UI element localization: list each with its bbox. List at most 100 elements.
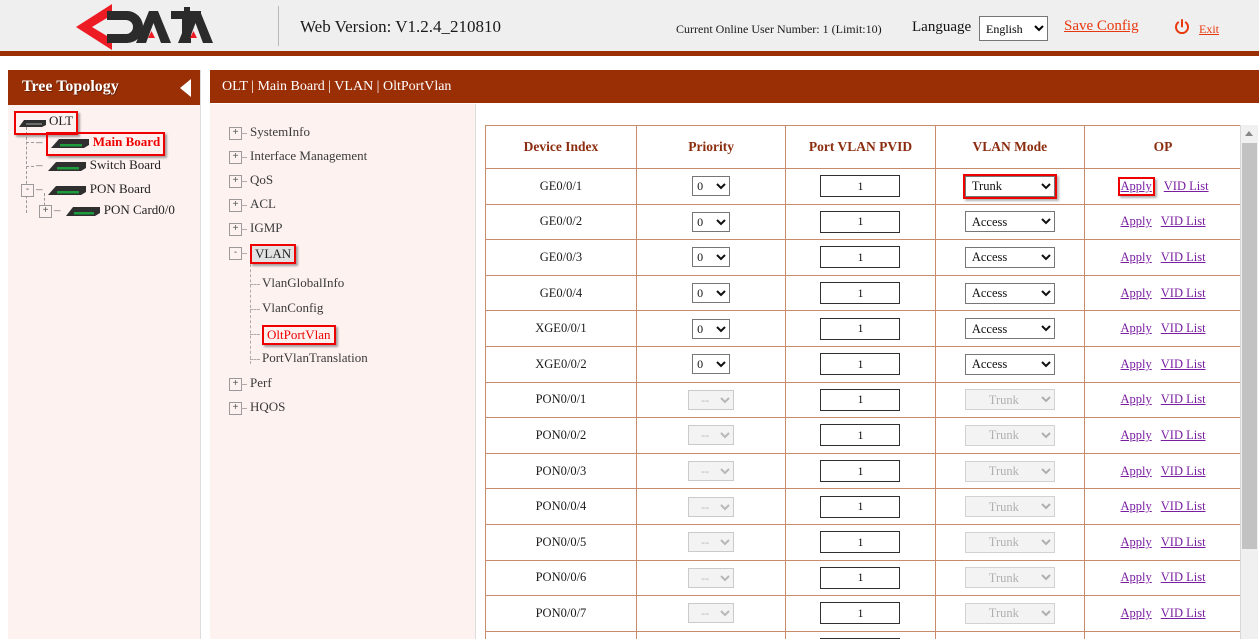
- table-row: PON0/0/8--TrunkApplyVID List: [486, 631, 1241, 639]
- vlan-mode-select: Trunk: [965, 461, 1055, 482]
- menu-item-perf[interactable]: Perf: [250, 375, 272, 391]
- pvid-input[interactable]: [820, 602, 900, 624]
- vid-list-link[interactable]: VID List: [1161, 357, 1206, 371]
- vid-list-link[interactable]: VID List: [1161, 250, 1206, 264]
- vid-list-link[interactable]: VID List: [1161, 535, 1206, 549]
- collapse-sidebar-icon[interactable]: [180, 79, 191, 97]
- cell-vlan-mode: Trunk: [935, 596, 1084, 632]
- language-select[interactable]: English中文: [979, 16, 1048, 41]
- cell-op: Apply VID List: [1085, 204, 1241, 240]
- cell-device-index: GE0/0/2: [486, 204, 636, 240]
- pvid-input[interactable]: [820, 246, 900, 268]
- olt-web-page: Web Version: V1.2.4_210810 Current Onlin…: [0, 0, 1259, 639]
- priority-select: --: [688, 497, 734, 517]
- priority-select[interactable]: 01234567: [692, 176, 730, 196]
- tree-connector: [26, 127, 27, 213]
- priority-select[interactable]: 01234567: [692, 283, 730, 303]
- scroll-up-arrow-icon[interactable]: [1241, 125, 1258, 142]
- priority-select[interactable]: 01234567: [692, 354, 730, 374]
- vlan-mode-select[interactable]: AccessTrunkHybrid: [965, 247, 1055, 268]
- vlan-mode-select[interactable]: AccessTrunkHybrid: [965, 211, 1055, 232]
- vid-list-link[interactable]: VID List: [1161, 570, 1206, 584]
- vlan-mode-select[interactable]: AccessTrunkHybrid: [965, 176, 1055, 197]
- cell-vlan-mode: AccessTrunkHybrid: [935, 275, 1084, 311]
- pvid-input[interactable]: [820, 496, 900, 518]
- tree-node-pon-board[interactable]: – PON Board: [36, 181, 151, 200]
- pvid-input[interactable]: [820, 282, 900, 304]
- pvid-input[interactable]: [820, 567, 900, 589]
- cell-priority: 01234567: [636, 240, 785, 276]
- apply-link[interactable]: Apply: [1121, 392, 1152, 406]
- menu-connector: [241, 181, 247, 182]
- tree-node-main-board[interactable]: – Main Board: [36, 132, 165, 156]
- menu-item-oltportvlan[interactable]: OltPortVlan: [262, 325, 336, 345]
- vid-list-link[interactable]: VID List: [1161, 321, 1206, 335]
- priority-select[interactable]: 01234567: [692, 319, 730, 339]
- vid-list-link[interactable]: VID List: [1161, 464, 1206, 478]
- pvid-input[interactable]: [820, 460, 900, 482]
- tree-node-olt-label: OLT: [49, 113, 73, 128]
- apply-link[interactable]: Apply: [1121, 179, 1152, 193]
- cell-priority: 01234567: [636, 204, 785, 240]
- apply-link[interactable]: Apply: [1121, 570, 1152, 584]
- apply-link[interactable]: Apply: [1121, 357, 1152, 371]
- menu-item-vlanglobalinfo[interactable]: VlanGlobalInfo: [262, 275, 344, 291]
- menu-item-systeminfo[interactable]: SystemInfo: [250, 124, 310, 140]
- vid-list-link[interactable]: VID List: [1161, 606, 1206, 620]
- tree-node-switch-board[interactable]: – Switch Board: [36, 157, 161, 176]
- tree-node-main-board-label: Main Board: [93, 134, 161, 149]
- web-version-label: Web Version: V1.2.4_210810: [300, 17, 501, 37]
- menu-item-vlanconfig[interactable]: VlanConfig: [262, 300, 323, 316]
- power-icon[interactable]: [1174, 19, 1190, 35]
- vid-list-link[interactable]: VID List: [1161, 428, 1206, 442]
- save-config-link[interactable]: Save Config: [1064, 18, 1139, 35]
- pvid-input[interactable]: [820, 353, 900, 375]
- apply-link[interactable]: Apply: [1121, 214, 1152, 228]
- tree-toggle-pon-board[interactable]: -: [21, 184, 34, 197]
- vid-list-link[interactable]: VID List: [1161, 286, 1206, 300]
- apply-link[interactable]: Apply: [1121, 499, 1152, 513]
- pvid-input[interactable]: [820, 424, 900, 446]
- vlan-mode-select[interactable]: AccessTrunkHybrid: [965, 318, 1055, 339]
- vid-list-link[interactable]: VID List: [1161, 214, 1206, 228]
- apply-link[interactable]: Apply: [1121, 250, 1152, 264]
- exit-link[interactable]: Exit: [1199, 22, 1219, 37]
- priority-select: --: [688, 390, 734, 410]
- apply-link[interactable]: Apply: [1121, 535, 1152, 549]
- apply-link[interactable]: Apply: [1121, 606, 1152, 620]
- tree-node-pon-card[interactable]: – PON Card0/0: [54, 202, 175, 221]
- menu-item-interface-management[interactable]: Interface Management: [250, 148, 367, 164]
- pvid-input[interactable]: [820, 318, 900, 340]
- vid-list-link[interactable]: VID List: [1164, 179, 1209, 193]
- cell-priority: --: [636, 418, 785, 454]
- scrollbar-thumb[interactable]: [1242, 143, 1257, 549]
- tree-toggle-pon-card[interactable]: +: [39, 205, 52, 218]
- vlan-mode-select[interactable]: AccessTrunkHybrid: [965, 283, 1055, 304]
- vid-list-link[interactable]: VID List: [1161, 499, 1206, 513]
- menu-item-igmp[interactable]: IGMP: [250, 220, 283, 236]
- pvid-input[interactable]: [820, 211, 900, 233]
- table-body: GE0/0/101234567AccessTrunkHybridApplyVID…: [486, 169, 1241, 639]
- content-vertical-scrollbar[interactable]: [1240, 125, 1258, 639]
- table-row: GE0/0/401234567AccessTrunkHybridApplyVID…: [486, 275, 1241, 311]
- apply-link[interactable]: Apply: [1121, 428, 1152, 442]
- menu-item-portvlantranslation[interactable]: PortVlanTranslation: [262, 350, 368, 366]
- pvid-input[interactable]: [820, 389, 900, 411]
- priority-select[interactable]: 01234567: [692, 212, 730, 232]
- menu-item-vlan[interactable]: VLAN: [250, 244, 296, 264]
- pvid-input[interactable]: [820, 531, 900, 553]
- cell-port-vlan-pvid: [786, 311, 935, 347]
- vlan-mode-select: Trunk: [965, 389, 1055, 410]
- cell-priority: --: [636, 382, 785, 418]
- pvid-input[interactable]: [820, 175, 900, 197]
- menu-item-qos[interactable]: QoS: [250, 172, 273, 188]
- apply-link[interactable]: Apply: [1121, 464, 1152, 478]
- menu-item-acl[interactable]: ACL: [250, 196, 276, 212]
- tree-topology-body: OLT – Main Board –: [8, 105, 200, 639]
- apply-link[interactable]: Apply: [1121, 286, 1152, 300]
- priority-select[interactable]: 01234567: [692, 247, 730, 267]
- apply-link[interactable]: Apply: [1121, 321, 1152, 335]
- vid-list-link[interactable]: VID List: [1161, 392, 1206, 406]
- vlan-mode-select[interactable]: AccessTrunkHybrid: [965, 354, 1055, 375]
- menu-item-hqos[interactable]: HQOS: [250, 399, 285, 415]
